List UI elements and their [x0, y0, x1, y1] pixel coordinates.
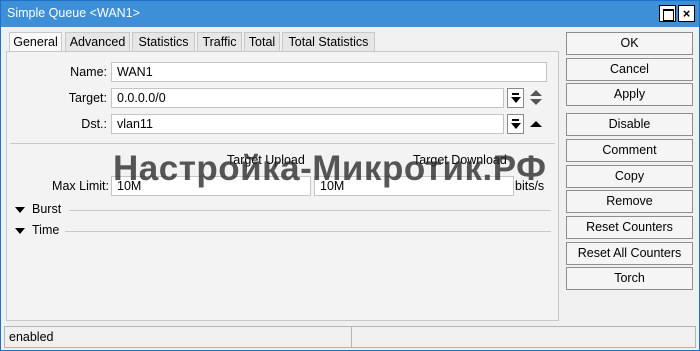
dst-dropdown-icon[interactable]: [507, 114, 524, 134]
status-bar: enabled: [4, 326, 696, 348]
status-right-text: [353, 327, 361, 347]
disable-button[interactable]: Disable: [566, 113, 693, 136]
reset-all-counters-button[interactable]: Reset All Counters: [566, 242, 693, 265]
tab-total[interactable]: Total: [244, 32, 280, 52]
copy-button[interactable]: Copy: [566, 165, 693, 188]
title-bar[interactable]: Simple Queue <WAN1> ×: [1, 1, 699, 27]
burst-label: Burst: [32, 202, 62, 216]
time-section-toggle[interactable]: Time: [13, 222, 551, 240]
torch-button[interactable]: Torch: [566, 267, 693, 290]
tab-traffic[interactable]: Traffic: [197, 32, 242, 52]
dst-up-icon[interactable]: [529, 114, 543, 134]
comment-button[interactable]: Comment: [566, 139, 693, 162]
section-line: [69, 210, 551, 211]
tab-total-statistics[interactable]: Total Statistics: [282, 32, 375, 52]
dst-field[interactable]: vlan11: [111, 114, 504, 134]
tab-advanced[interactable]: Advanced: [65, 32, 130, 52]
apply-button[interactable]: Apply: [566, 83, 693, 106]
reset-counters-button[interactable]: Reset Counters: [566, 216, 693, 239]
name-field[interactable]: WAN1: [111, 62, 547, 82]
watermark-text: Настройка-Микротик.РФ: [113, 149, 547, 188]
collapse-triangle-icon: [15, 228, 25, 234]
status-text: enabled: [9, 330, 54, 344]
close-icon[interactable]: ×: [678, 5, 695, 22]
time-label: Time: [32, 223, 60, 237]
remove-button[interactable]: Remove: [566, 190, 693, 213]
maximize-icon[interactable]: [659, 5, 676, 22]
tab-general[interactable]: General: [9, 32, 62, 52]
simple-queue-window: Simple Queue <WAN1> × General Advanced S…: [0, 0, 700, 351]
name-label: Name:: [70, 65, 107, 79]
window-title: Simple Queue <WAN1>: [7, 6, 140, 20]
section-line: [65, 231, 551, 232]
target-dropdown-icon[interactable]: [507, 88, 524, 108]
tab-statistics[interactable]: Statistics: [132, 32, 195, 52]
cancel-button[interactable]: Cancel: [566, 58, 693, 81]
target-field[interactable]: 0.0.0.0/0: [111, 88, 504, 108]
separator: [10, 143, 555, 144]
burst-section-toggle[interactable]: Burst: [13, 201, 551, 219]
target-up-down-icon[interactable]: [529, 88, 543, 108]
collapse-triangle-icon: [15, 207, 25, 213]
target-label: Target:: [68, 91, 107, 105]
max-limit-label: Max Limit:: [52, 179, 109, 193]
ok-button[interactable]: OK: [566, 32, 693, 55]
dst-label: Dst.:: [81, 117, 107, 131]
status-divider: [351, 327, 352, 347]
